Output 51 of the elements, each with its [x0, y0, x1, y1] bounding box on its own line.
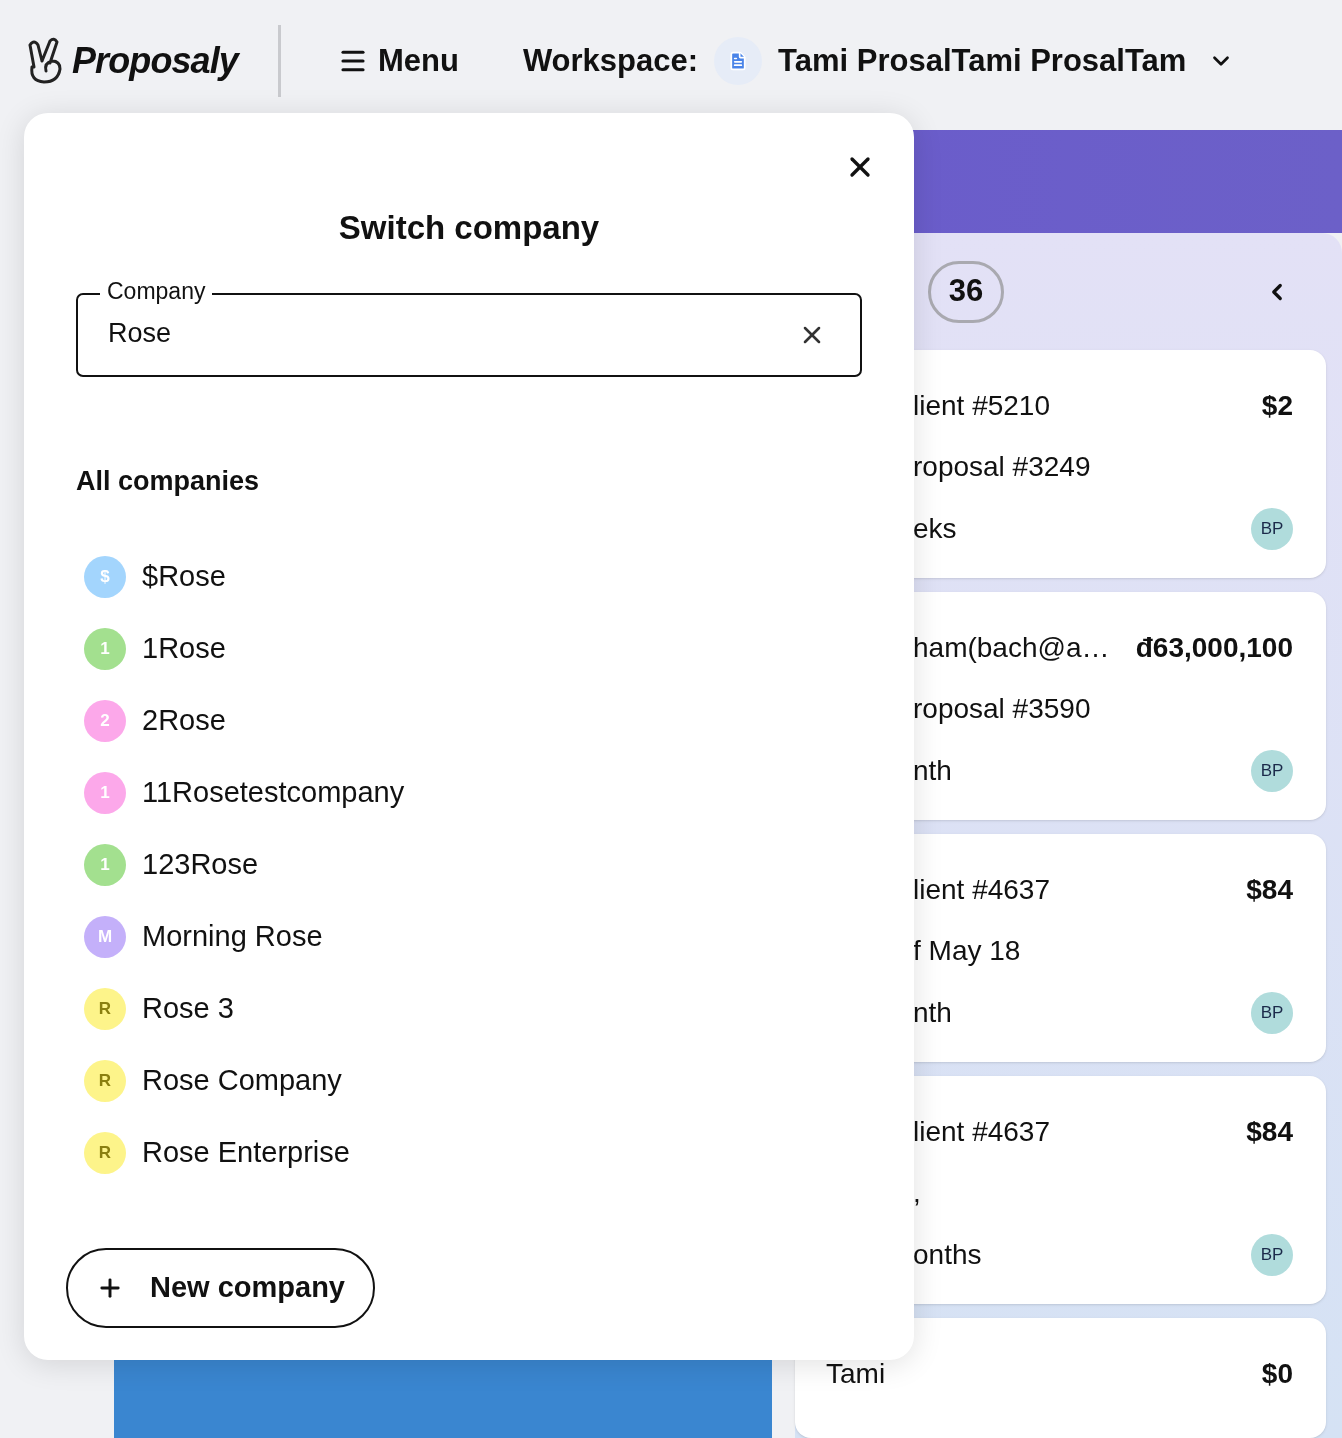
- card-subtitle: roposal #3590: [913, 692, 1091, 726]
- workspace-label: Workspace:: [522, 41, 699, 80]
- card-amount: $84: [1246, 1115, 1293, 1149]
- company-avatar: R: [84, 1060, 126, 1102]
- company-name: 1Rose: [142, 631, 226, 667]
- section-heading: All companies: [76, 464, 261, 498]
- field-value: Rose: [108, 317, 172, 351]
- card-subtitle: roposal #3249: [913, 450, 1091, 484]
- company-name: Morning Rose: [142, 919, 323, 955]
- card-amount: $0: [1261, 1357, 1293, 1391]
- company-avatar: 1: [84, 628, 126, 670]
- company-avatar: M: [84, 916, 126, 958]
- proposal-card[interactable]: Tami $0: [795, 1318, 1326, 1438]
- company-avatar: 2: [84, 700, 126, 742]
- avatar: BP: [1251, 508, 1293, 550]
- card-duration: eks: [913, 512, 957, 546]
- card-title: lient #5210: [913, 389, 1050, 423]
- card-duration: nth: [913, 754, 952, 788]
- logo-text[interactable]: Proposaly: [72, 34, 238, 88]
- avatar: BP: [1251, 750, 1293, 792]
- company-avatar: 1: [84, 772, 126, 814]
- card-title: lient #4637: [913, 1115, 1050, 1149]
- card-subtitle: f May 18: [913, 934, 1021, 968]
- card-subtitle: ,: [913, 1176, 921, 1210]
- company-name: Rose Company: [142, 1063, 342, 1099]
- card-title: Tami: [826, 1357, 886, 1391]
- new-company-button[interactable]: New company: [66, 1248, 375, 1328]
- company-name: 2Rose: [142, 703, 226, 739]
- card-amount: đ63,000,100: [1135, 631, 1293, 665]
- document-icon: [714, 37, 763, 85]
- company-avatar: $: [84, 556, 126, 598]
- company-name: 123Rose: [142, 847, 259, 883]
- dialog-title: Switch company: [338, 208, 600, 248]
- company-avatar: R: [84, 988, 126, 1030]
- company-name: 11Rosetestcompany: [142, 775, 405, 811]
- card-amount: $84: [1246, 873, 1293, 907]
- card-title: lient #4637: [913, 873, 1050, 907]
- card-amount: $2: [1261, 389, 1293, 423]
- avatar: BP: [1251, 1234, 1293, 1276]
- card-duration: onths: [913, 1238, 982, 1272]
- company-avatar: 1: [84, 844, 126, 886]
- avatar: BP: [1251, 992, 1293, 1034]
- workspace-name[interactable]: Tami ProsalTami ProsalTam: [778, 37, 1187, 85]
- company-name: Rose Enterprise: [142, 1135, 350, 1171]
- company-name: $Rose: [142, 559, 226, 595]
- menu-button[interactable]: Menu: [337, 37, 459, 85]
- count-badge: 36: [928, 260, 1004, 323]
- company-avatar: R: [84, 1132, 126, 1174]
- company-name: Rose 3: [142, 991, 234, 1027]
- card-title: ham(bach@a…: [913, 631, 1110, 665]
- card-duration: nth: [913, 996, 952, 1030]
